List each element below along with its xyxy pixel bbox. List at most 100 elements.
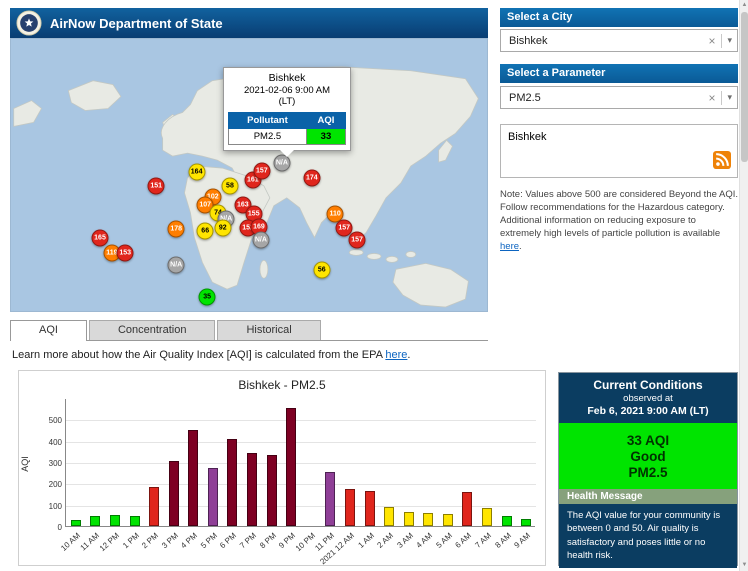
y-tick-label: 0 — [30, 523, 62, 532]
aqi-bar-chart: Bishkek - PM2.5 AQI 010020030040050010 A… — [18, 370, 546, 566]
gridline — [66, 420, 536, 421]
chart-y-axis-label: AQI — [20, 444, 30, 484]
current-conditions-header: Current Conditions observed at Feb 6, 20… — [559, 373, 737, 423]
current-conditions-panel: Current Conditions observed at Feb 6, 20… — [558, 372, 738, 566]
aqi-category: Good — [559, 449, 737, 464]
rss-icon[interactable] — [713, 151, 731, 172]
page-title: AirNow Department of State — [50, 16, 223, 31]
learn-more-here-link[interactable]: here — [385, 349, 407, 361]
chart-bar[interactable] — [286, 408, 296, 526]
health-message-text: The AQI value for your community is betw… — [559, 504, 737, 568]
map-marker[interactable]: 157 — [253, 162, 270, 179]
popup-pollutant-value: PM2.5 — [229, 128, 307, 144]
select-divider — [721, 34, 722, 48]
parameter-chevron-down-icon[interactable]: ▾ — [727, 92, 732, 103]
parameter-select[interactable]: PM2.5 × ▾ — [500, 86, 738, 109]
chart-bar[interactable] — [521, 519, 531, 526]
observed-datetime: Feb 6, 2021 9:00 AM (LT) — [563, 405, 733, 417]
map-marker[interactable]: 165 — [92, 229, 109, 246]
map-marker[interactable]: N/A — [168, 256, 185, 273]
tab-aqi[interactable]: AQI — [10, 320, 87, 341]
select-divider — [721, 91, 722, 105]
beyond-aqi-note: Note: Values above 500 are considered Be… — [500, 188, 738, 254]
chart-bar[interactable] — [443, 514, 453, 526]
map-marker[interactable]: 92 — [214, 220, 231, 237]
learn-more-text: Learn more about how the Air Quality Ind… — [12, 349, 385, 361]
chart-bar[interactable] — [462, 492, 472, 526]
parameter-select-value: PM2.5 — [509, 92, 702, 104]
chart-bar[interactable] — [110, 515, 120, 526]
chart-bar[interactable] — [482, 508, 492, 526]
scroll-down-arrow[interactable]: ▼ — [740, 560, 748, 571]
map-marker[interactable]: 157 — [349, 232, 366, 249]
map-marker[interactable]: 66 — [197, 222, 214, 239]
map-popup[interactable]: Bishkek 2021-02-06 9:00 AM (LT) Pollutan… — [223, 67, 351, 151]
chart-bar[interactable] — [423, 513, 433, 526]
chart-bar[interactable] — [227, 439, 237, 526]
chart-bar[interactable] — [325, 472, 335, 526]
popup-timezone: (LT) — [228, 96, 346, 107]
feed-box: Bishkek — [500, 124, 738, 178]
gridline — [66, 463, 536, 464]
y-tick-label: 500 — [30, 416, 62, 425]
dos-seal-logo — [16, 10, 42, 36]
learn-more-period: . — [407, 349, 410, 361]
popup-col-aqi: AQI — [306, 112, 345, 128]
gridline — [66, 484, 536, 485]
map-marker[interactable]: 58 — [221, 177, 238, 194]
select-city-header: Select a City — [500, 8, 738, 27]
map-marker[interactable]: N/A — [252, 232, 269, 249]
feed-city-label: Bishkek — [508, 131, 547, 143]
chart-bar[interactable] — [345, 489, 355, 526]
aqi-pollutant: PM2.5 — [559, 465, 737, 480]
map-marker[interactable]: 56 — [313, 262, 330, 279]
map-marker[interactable]: 151 — [148, 177, 165, 194]
chart-bar[interactable] — [267, 455, 277, 526]
vertical-scrollbar[interactable]: ▲ ▼ — [739, 0, 748, 571]
parameter-clear-icon[interactable]: × — [702, 91, 721, 105]
chart-bar[interactable] — [188, 430, 198, 526]
city-select[interactable]: Bishkek × ▾ — [500, 29, 738, 52]
city-clear-icon[interactable]: × — [702, 34, 721, 48]
chart-bar[interactable] — [149, 487, 159, 526]
popup-aqi-value: 33 — [306, 128, 345, 144]
gridline — [66, 442, 536, 443]
chart-bar[interactable] — [130, 516, 140, 526]
scroll-up-arrow[interactable]: ▲ — [740, 0, 748, 11]
aqi-world-map[interactable]: 1511645810210774161157N/A174163N/A155152… — [10, 38, 488, 312]
chart-bar[interactable] — [502, 516, 512, 526]
map-marker[interactable]: 178 — [168, 221, 185, 238]
chart-bar[interactable] — [208, 468, 218, 526]
note-here-link[interactable]: here — [500, 241, 519, 252]
map-marker[interactable]: 164 — [188, 164, 205, 181]
y-tick-label: 100 — [30, 502, 62, 511]
popup-datetime: 2021-02-06 9:00 AM — [228, 85, 346, 96]
map-marker[interactable]: N/A — [273, 154, 290, 171]
popup-col-pollutant: Pollutant — [229, 112, 307, 128]
chart-bar[interactable] — [71, 520, 81, 526]
aqi-status-badge: 33 AQI Good PM2.5 — [559, 423, 737, 489]
chart-bar[interactable] — [365, 491, 375, 526]
observed-at-label: observed at — [563, 393, 733, 404]
chart-plot: 010020030040050010 AM11 AM12 PM1 PM2 PM3… — [65, 399, 535, 527]
map-marker[interactable]: 153 — [117, 244, 134, 261]
chart-bar[interactable] — [169, 461, 179, 526]
chart-bar[interactable] — [384, 507, 394, 526]
airnow-dos-page: AirNow Department of State 1511645810210… — [0, 0, 748, 571]
y-tick-label: 300 — [30, 459, 62, 468]
chart-bar[interactable] — [90, 516, 100, 526]
select-parameter-header: Select a Parameter — [500, 64, 738, 83]
note-text: Note: Values above 500 are considered Be… — [500, 189, 738, 239]
city-select-value: Bishkek — [509, 35, 702, 47]
chart-bar[interactable] — [404, 512, 414, 526]
scrollbar-thumb[interactable] — [741, 12, 748, 162]
popup-table: Pollutant AQI PM2.5 33 — [228, 112, 346, 145]
tab-concentration[interactable]: Concentration — [89, 320, 216, 340]
chart-bar[interactable] — [247, 453, 257, 526]
app-header: AirNow Department of State — [10, 8, 488, 38]
tab-historical[interactable]: Historical — [217, 320, 320, 340]
city-chevron-down-icon[interactable]: ▾ — [727, 35, 732, 46]
map-marker[interactable]: 174 — [303, 169, 320, 186]
tab-bar: AQIConcentrationHistorical — [10, 320, 488, 341]
map-marker[interactable]: 35 — [199, 289, 216, 306]
